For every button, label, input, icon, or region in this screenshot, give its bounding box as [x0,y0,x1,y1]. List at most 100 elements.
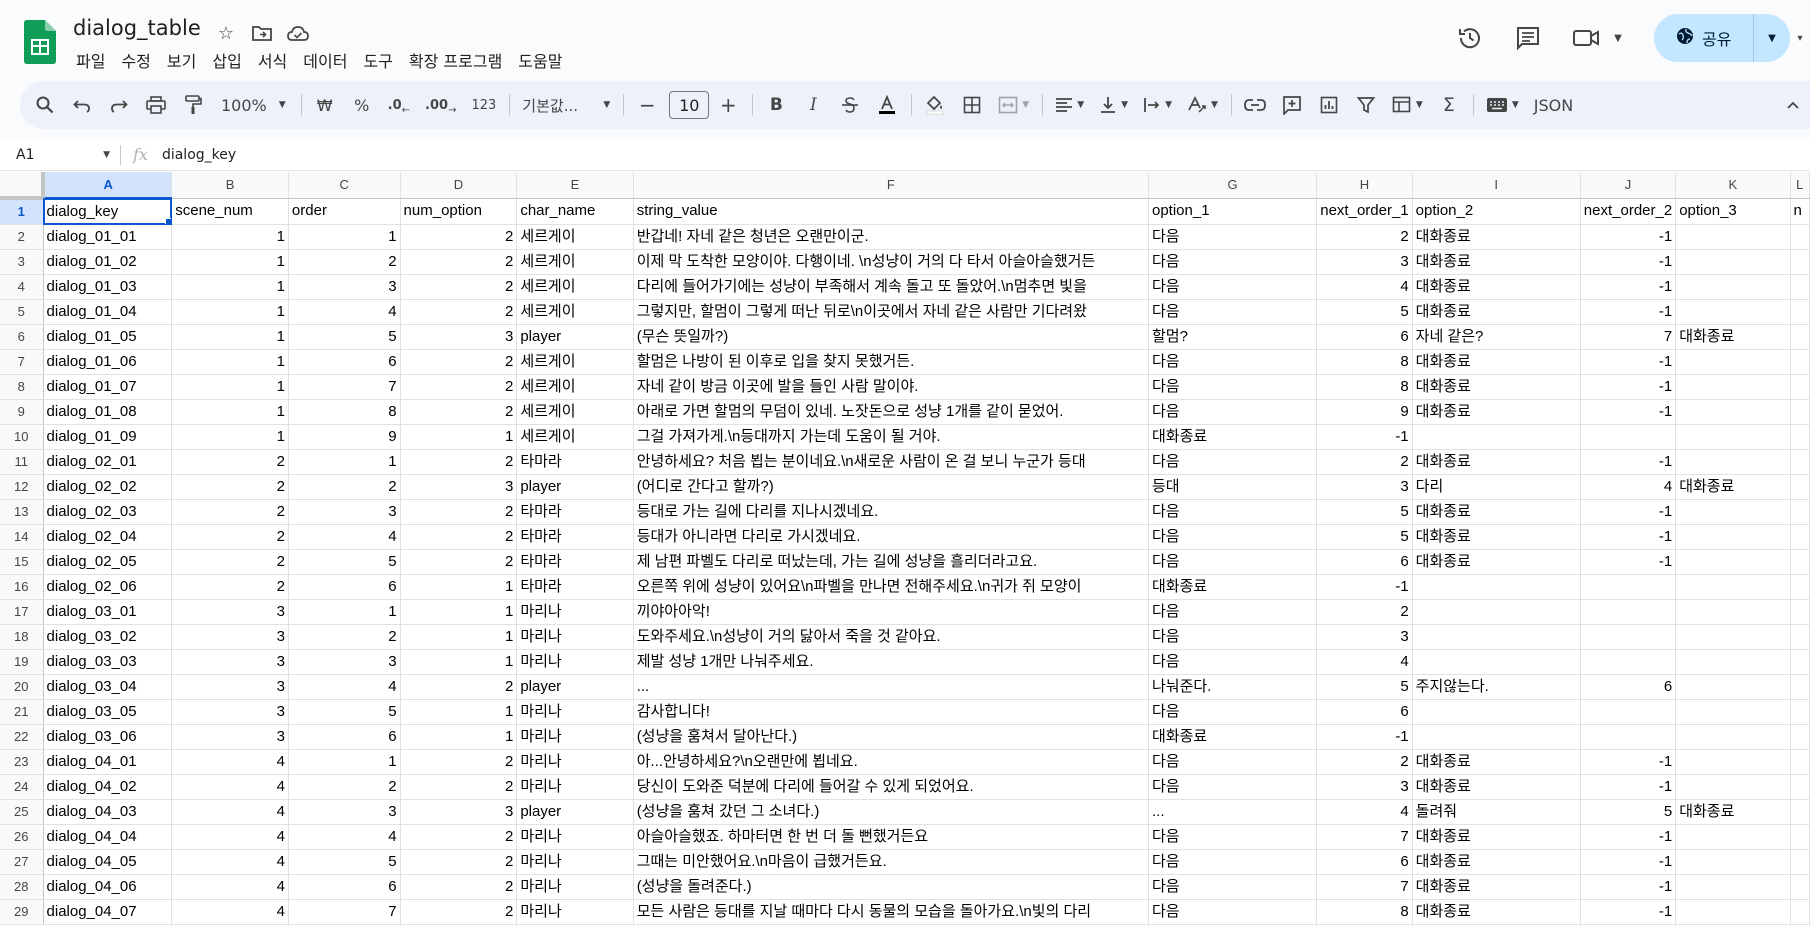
json-button[interactable]: JSON [1530,89,1577,121]
font-family-select[interactable]: 기본값... ▼ [518,89,614,121]
merge-cells-icon[interactable]: ▼ [994,89,1033,121]
cell-f27[interactable]: 그때는 미안했어요.\n마음이 급했거든요. [633,849,1149,875]
cell-l27[interactable] [1790,849,1810,875]
cell-l4[interactable] [1790,274,1810,300]
cell-j27[interactable]: -1 [1580,849,1677,875]
cell-j21[interactable] [1580,699,1677,725]
cell-h16[interactable]: -1 [1316,574,1413,600]
cell-i27[interactable]: 대화종료 [1412,849,1581,875]
cell-g26[interactable]: 다음 [1148,824,1318,850]
row-header[interactable]: 9 [0,399,44,425]
cell-a4[interactable]: dialog_01_03 [43,274,173,300]
cell-c1[interactable]: order [288,198,401,225]
cell-e7[interactable]: 세르게이 [516,349,634,375]
cell-g10[interactable]: 대화종료 [1148,424,1318,450]
cell-d5[interactable]: 2 [400,299,518,325]
cell-d4[interactable]: 2 [400,274,518,300]
cell-i13[interactable]: 대화종료 [1412,499,1581,525]
comments-icon[interactable] [1508,18,1548,58]
cell-a29[interactable]: dialog_04_07 [43,899,173,925]
horizontal-align-icon[interactable]: ▼ [1051,89,1088,121]
cell-e15[interactable]: 타마라 [516,549,634,575]
cell-c16[interactable]: 6 [288,574,401,600]
row-header[interactable]: 22 [0,724,44,750]
cell-h5[interactable]: 5 [1316,299,1413,325]
cell-i26[interactable]: 대화종료 [1412,824,1581,850]
cell-i8[interactable]: 대화종료 [1412,374,1581,400]
cell-g4[interactable]: 다음 [1148,274,1318,300]
row-header[interactable]: 18 [0,624,44,650]
cell-b13[interactable]: 2 [171,499,289,525]
cell-f2[interactable]: 반갑네! 자네 같은 청년은 오랜만이군. [633,224,1149,250]
cell-d22[interactable]: 1 [400,724,518,750]
cell-f4[interactable]: 다리에 들어가기에는 성냥이 부족해서 계속 돌고 또 돌았어.\n멈추면 빛을 [633,274,1149,300]
row-header[interactable]: 2 [0,224,44,250]
cell-f28[interactable]: (성냥을 돌려준다.) [633,874,1149,900]
cell-k5[interactable] [1675,299,1791,325]
cell-j23[interactable]: -1 [1580,749,1677,775]
cell-i29[interactable]: 대화종료 [1412,899,1581,925]
text-rotation-icon[interactable]: ▼ [1183,89,1222,121]
cell-a23[interactable]: dialog_04_01 [43,749,173,775]
cell-h23[interactable]: 2 [1316,749,1413,775]
currency-format-button[interactable]: ₩ [310,89,340,121]
cell-g20[interactable]: 나눠준다. [1148,674,1318,700]
zoom-select[interactable]: 100% ▼ [215,89,292,121]
cell-e11[interactable]: 타마라 [516,449,634,475]
fill-handle[interactable] [165,218,171,224]
insert-comment-icon[interactable] [1277,89,1307,121]
cell-j20[interactable]: 6 [1580,674,1677,700]
row-header[interactable]: 8 [0,374,44,400]
cell-i16[interactable] [1412,574,1581,600]
cell-l1[interactable]: n [1790,198,1810,225]
cell-j18[interactable] [1580,624,1677,650]
cell-e17[interactable]: 마리나 [516,599,634,625]
cell-b20[interactable]: 3 [171,674,289,700]
menu-file[interactable]: 파일 [68,46,113,74]
column-header-i[interactable]: I [1412,172,1581,199]
cell-k24[interactable] [1675,774,1791,800]
cell-i12[interactable]: 다리 [1412,474,1581,500]
cell-l23[interactable] [1790,749,1810,775]
column-header-d[interactable]: D [400,172,518,199]
cell-j7[interactable]: -1 [1580,349,1677,375]
cell-k14[interactable] [1675,524,1791,550]
increase-font-size-button[interactable]: + [713,89,743,121]
cell-d8[interactable]: 2 [400,374,518,400]
cell-b5[interactable]: 1 [171,299,289,325]
cell-c14[interactable]: 4 [288,524,401,550]
cell-j5[interactable]: -1 [1580,299,1677,325]
cell-k21[interactable] [1675,699,1791,725]
cell-e16[interactable]: 타마라 [516,574,634,600]
cell-c15[interactable]: 5 [288,549,401,575]
cell-a22[interactable]: dialog_03_06 [43,724,173,750]
cell-j9[interactable]: -1 [1580,399,1677,425]
cell-i1[interactable]: option_2 [1412,198,1581,225]
cell-e26[interactable]: 마리나 [516,824,634,850]
cell-b29[interactable]: 4 [171,899,289,925]
cell-l14[interactable] [1790,524,1810,550]
text-color-icon[interactable] [872,89,902,121]
cell-f16[interactable]: 오른쪽 위에 성냥이 있어요\n파벨을 만나면 전해주세요.\n귀가 쥐 모양이 [633,574,1149,600]
cell-e24[interactable]: 마리나 [516,774,634,800]
cell-b15[interactable]: 2 [171,549,289,575]
cell-h28[interactable]: 7 [1316,874,1413,900]
row-header[interactable]: 1 [0,198,44,225]
cell-i3[interactable]: 대화종료 [1412,249,1581,275]
row-header[interactable]: 14 [0,524,44,550]
cell-a17[interactable]: dialog_03_01 [43,599,173,625]
cell-f24[interactable]: 당신이 도와준 덕분에 다리에 들어갈 수 있게 되었어요. [633,774,1149,800]
input-tools-icon[interactable]: ▼ [1482,89,1523,121]
row-header[interactable]: 13 [0,499,44,525]
cell-b17[interactable]: 3 [171,599,289,625]
cell-h8[interactable]: 8 [1316,374,1413,400]
cell-e8[interactable]: 세르게이 [516,374,634,400]
cell-g27[interactable]: 다음 [1148,849,1318,875]
cell-k2[interactable] [1675,224,1791,250]
cell-d16[interactable]: 1 [400,574,518,600]
cell-d3[interactable]: 2 [400,249,518,275]
cell-j28[interactable]: -1 [1580,874,1677,900]
cell-j6[interactable]: 7 [1580,324,1677,350]
cell-g29[interactable]: 다음 [1148,899,1318,925]
cell-f20[interactable]: ... [633,674,1149,700]
